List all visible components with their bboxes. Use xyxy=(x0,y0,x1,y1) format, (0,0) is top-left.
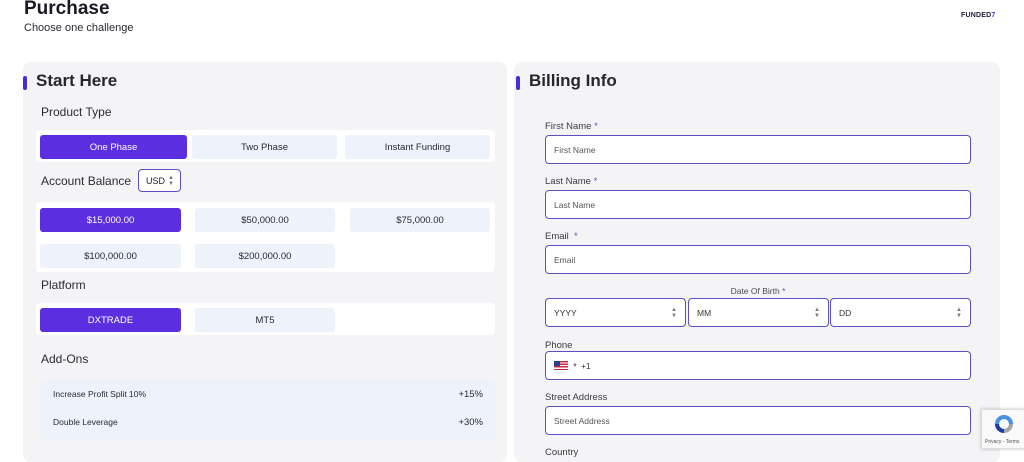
product-type-group: One Phase Two Phase Instant Funding xyxy=(36,130,495,162)
phone-label: Phone xyxy=(545,340,573,351)
logo[interactable]: FUNDED7 xyxy=(961,12,995,19)
dob-day-value: DD xyxy=(839,307,852,318)
logo-main: FUNDED xyxy=(961,12,992,19)
billing-info-heading: Billing Info xyxy=(529,71,617,90)
dob-day-select[interactable]: DD ▲ ▼ xyxy=(830,298,971,327)
currency-select[interactable]: USD ▲ ▼ xyxy=(138,169,181,192)
recaptcha-icon xyxy=(995,415,1013,433)
platform-dxtrade[interactable]: DXTRADE xyxy=(40,308,181,332)
recaptcha-links[interactable]: Privacy - Terms xyxy=(985,439,1019,445)
heading-accent-bar xyxy=(23,76,27,90)
product-type-one-phase[interactable]: One Phase xyxy=(40,135,187,159)
addons-label: Add-Ons xyxy=(41,352,89,366)
country-label: Country xyxy=(545,447,579,458)
product-type-instant-funding[interactable]: Instant Funding xyxy=(345,135,490,159)
addons-list: Increase Profit Split 10% +15% Double Le… xyxy=(41,379,495,439)
dob-label: Date Of Birth * xyxy=(730,286,786,296)
last-name-input[interactable]: Last Name xyxy=(545,190,971,219)
addon-double-leverage[interactable]: Double Leverage +30% xyxy=(53,417,483,428)
phone-country-code: +1 xyxy=(580,360,591,371)
first-name-label: First Name * xyxy=(545,121,598,132)
product-type-label: Product Type xyxy=(41,105,112,119)
addon-profit-split[interactable]: Increase Profit Split 10% +15% xyxy=(53,389,483,400)
addon-name: Increase Profit Split 10% xyxy=(53,389,147,399)
first-name-input[interactable]: First Name xyxy=(545,135,971,164)
us-flag-icon[interactable] xyxy=(554,361,568,370)
page-subtitle: Choose one challenge xyxy=(24,22,134,34)
platform-label: Platform xyxy=(41,278,86,292)
phone-input[interactable]: ▼ +1 xyxy=(545,351,971,380)
balance-option-100000[interactable]: $100,000.00 xyxy=(40,244,181,268)
logo-accent: 7 xyxy=(991,12,996,19)
chevron-updown-icon: ▲ ▼ xyxy=(956,306,962,319)
addon-price: +15% xyxy=(458,389,483,400)
balance-option-200000[interactable]: $200,000.00 xyxy=(195,244,335,268)
balance-group: $15,000.00 $50,000.00 $75,000.00 $100,00… xyxy=(36,202,495,272)
email-input[interactable]: Email xyxy=(545,245,971,274)
last-name-label: Last Name * xyxy=(545,176,598,187)
product-type-two-phase[interactable]: Two Phase xyxy=(192,135,337,159)
page-title: Purchase xyxy=(24,0,110,19)
dob-year-select[interactable]: YYYY ▲ ▼ xyxy=(545,298,686,327)
billing-info-panel: Billing Info First Name * First Name Las… xyxy=(514,62,1000,462)
currency-value: USD xyxy=(146,175,166,186)
heading-accent-bar xyxy=(516,76,520,90)
dob-month-select[interactable]: MM ▲ ▼ xyxy=(688,298,829,327)
dob-year-value: YYYY xyxy=(554,307,577,318)
chevron-down-icon[interactable]: ▼ xyxy=(572,363,578,369)
start-here-panel: Start Here Product Type One Phase Two Ph… xyxy=(23,62,507,462)
chevron-updown-icon: ▲ ▼ xyxy=(671,306,677,319)
account-balance-label: Account Balance xyxy=(41,174,132,188)
email-label: Email * xyxy=(545,231,578,242)
balance-option-50000[interactable]: $50,000.00 xyxy=(195,208,335,232)
platform-mt5[interactable]: MT5 xyxy=(195,308,335,332)
balance-option-15000[interactable]: $15,000.00 xyxy=(40,208,181,232)
addon-name: Double Leverage xyxy=(53,417,118,427)
street-address-input[interactable]: Street Address xyxy=(545,406,971,435)
chevron-updown-icon: ▲ ▼ xyxy=(168,174,174,187)
platform-group: DXTRADE MT5 xyxy=(36,303,495,335)
street-address-label: Street Address xyxy=(545,392,608,403)
addon-price: +30% xyxy=(458,417,483,428)
dob-month-value: MM xyxy=(697,307,712,318)
chevron-updown-icon: ▲ ▼ xyxy=(814,306,820,319)
balance-option-75000[interactable]: $75,000.00 xyxy=(350,208,490,232)
recaptcha-badge[interactable]: Privacy - Terms xyxy=(981,409,1024,449)
start-here-heading: Start Here xyxy=(36,71,118,90)
